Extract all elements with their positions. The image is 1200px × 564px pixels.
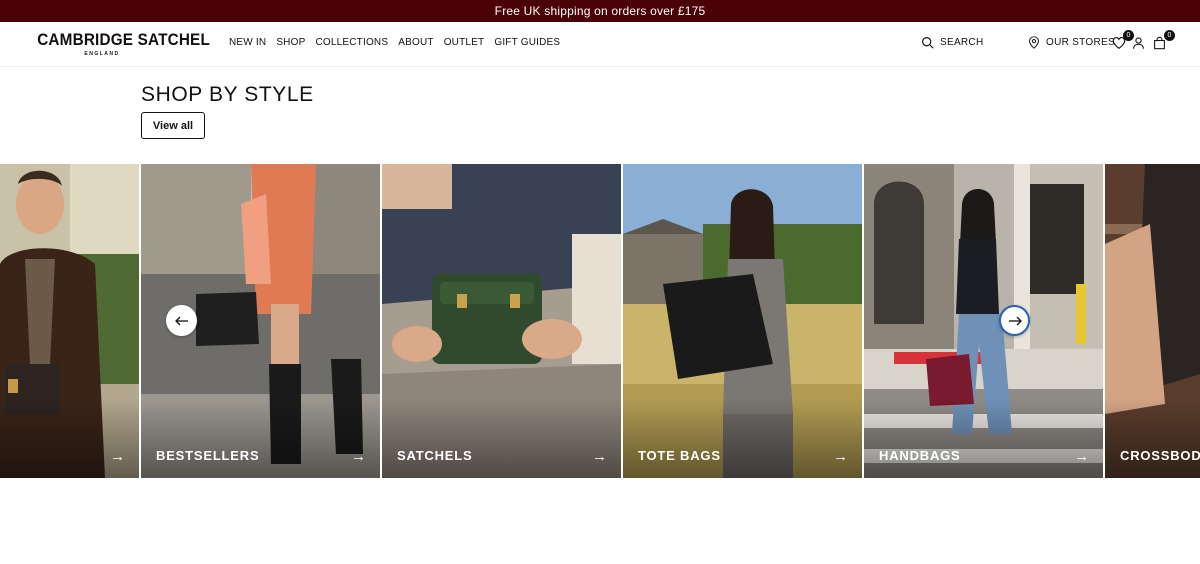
- category-card-handbags[interactable]: HANDBAGS →: [864, 164, 1103, 478]
- arrow-right-icon: →: [833, 448, 848, 465]
- nav-item-outlet[interactable]: OUTLET: [444, 37, 485, 48]
- card-label: BESTSELLERS: [156, 448, 260, 463]
- our-stores-label: OUR STORES: [1046, 37, 1115, 48]
- search-icon: [922, 37, 934, 49]
- card-gradient: [623, 398, 862, 478]
- arrow-right-icon: →: [1074, 448, 1089, 465]
- card-label: SATCHELS: [397, 448, 473, 463]
- carousel-card[interactable]: →: [0, 164, 139, 478]
- card-gradient: [0, 398, 139, 478]
- card-gradient: [141, 398, 380, 478]
- nav-item-collections[interactable]: COLLECTIONS: [315, 37, 388, 48]
- category-card-tote-bags[interactable]: TOTE BAGS →: [623, 164, 862, 478]
- account-button[interactable]: [1132, 36, 1148, 52]
- carousel-prev-button[interactable]: [166, 305, 197, 336]
- style-carousel: → BESTSELLERS → SATCHELS → TOTE BAGS → H…: [0, 164, 1200, 478]
- our-stores-link[interactable]: OUR STORES: [1028, 36, 1115, 49]
- user-icon: [1133, 37, 1144, 49]
- logo-wordmark: CAMBRIDGE SATCHEL: [37, 30, 210, 49]
- location-pin-icon: [1029, 36, 1039, 49]
- search-button[interactable]: SEARCH: [921, 36, 983, 49]
- category-card-crossbody[interactable]: CROSSBODY: [1105, 164, 1200, 478]
- card-label: TOTE BAGS: [638, 448, 721, 463]
- bag-count-badge: 0: [1164, 30, 1175, 41]
- nav-item-shop[interactable]: SHOP: [276, 37, 305, 48]
- nav-item-about[interactable]: ABOUT: [398, 37, 433, 48]
- arrow-right-icon: →: [351, 448, 366, 465]
- arrow-right-icon: →: [110, 448, 125, 465]
- search-label: SEARCH: [940, 37, 984, 48]
- promo-banner: Free UK shipping on orders over £175: [0, 0, 1200, 22]
- nav-item-new-in[interactable]: NEW IN: [229, 37, 266, 48]
- arrow-right-icon: [1008, 316, 1022, 325]
- view-all-button[interactable]: View all: [141, 112, 205, 139]
- nav-item-gift-guides[interactable]: GIFT GUIDES: [494, 37, 560, 48]
- logo-subtitle: ENGLAND: [84, 51, 120, 57]
- card-gradient: [382, 398, 621, 478]
- wishlist-button[interactable]: 0: [1112, 30, 1134, 52]
- card-label: CROSSBODY: [1120, 448, 1200, 463]
- card-gradient: [1105, 398, 1200, 478]
- site-header: CAMBRIDGE SATCHEL ENGLAND NEW IN SHOP CO…: [0, 22, 1200, 67]
- category-card-satchels[interactable]: SATCHELS →: [382, 164, 621, 478]
- card-gradient: [864, 398, 1103, 478]
- main-nav: NEW IN SHOP COLLECTIONS ABOUT OUTLET GIF…: [229, 37, 560, 48]
- logo[interactable]: CAMBRIDGE SATCHEL ENGLAND: [30, 30, 210, 57]
- section-title: SHOP BY STYLE: [141, 83, 314, 106]
- carousel-next-button[interactable]: [999, 305, 1030, 336]
- card-label: HANDBAGS: [879, 448, 961, 463]
- arrow-left-icon: [174, 316, 188, 325]
- arrow-right-icon: →: [592, 448, 607, 465]
- promo-text: Free UK shipping on orders over £175: [494, 4, 706, 18]
- bag-button[interactable]: 0: [1153, 30, 1175, 52]
